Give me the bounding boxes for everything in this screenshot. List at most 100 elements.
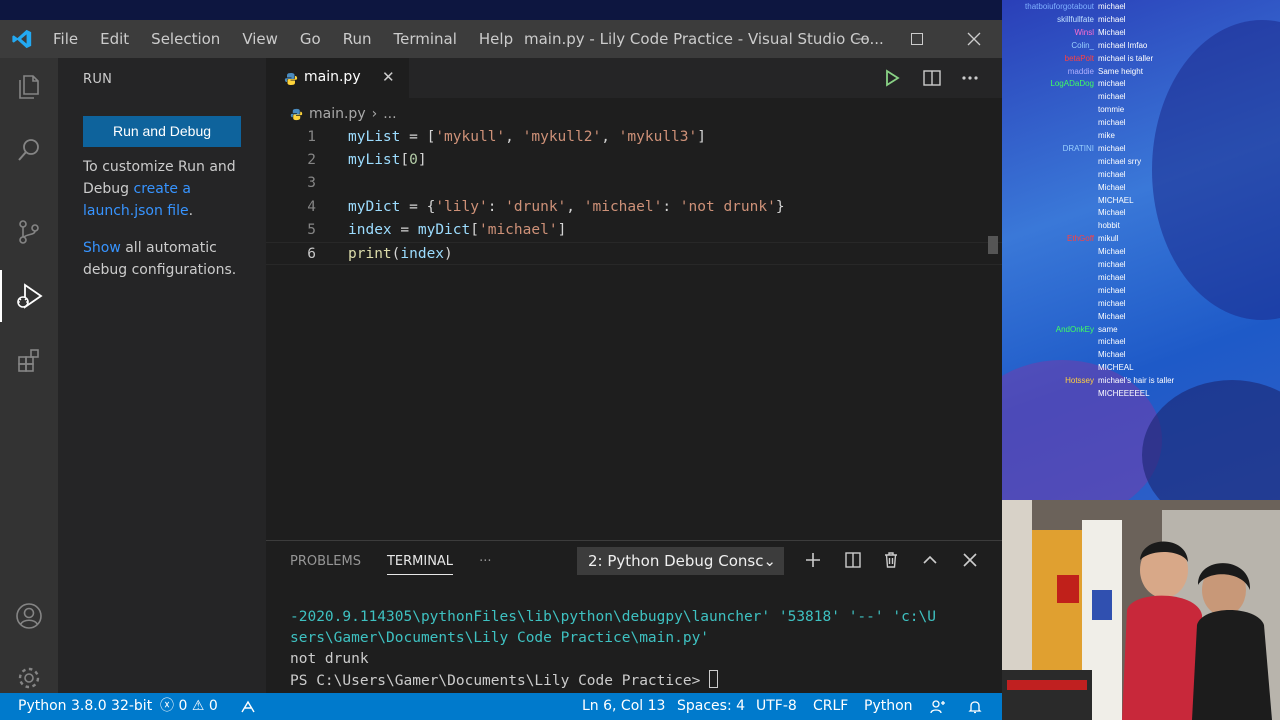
window-title: main.py - Lily Code Practice - Visual St…: [524, 30, 884, 48]
more-actions-icon[interactable]: [960, 68, 980, 88]
panel-more-icon[interactable]: ···: [479, 554, 491, 575]
split-editor-icon[interactable]: [922, 68, 942, 88]
problems-status[interactable]: ⓧ 0 ⚠ 0: [160, 693, 218, 720]
current-code-line[interactable]: 6 print(index): [266, 241, 1002, 266]
chat-text: michael lmfao: [1098, 40, 1148, 50]
show-link[interactable]: Show: [83, 240, 121, 256]
run-debug-button[interactable]: [0, 270, 58, 322]
gear-icon: [18, 667, 40, 689]
live-share-icon[interactable]: [240, 699, 256, 715]
chat-message: LogADaDog michael: [1006, 79, 1125, 89]
code-line[interactable]: 4 myDict = {'lily': 'drunk', 'michael': '…: [266, 196, 1002, 219]
chat-message: MICHEAL: [1006, 363, 1134, 373]
run-debug-icon: [17, 283, 43, 309]
menu-help[interactable]: Help: [468, 20, 524, 58]
encoding[interactable]: UTF-8: [756, 693, 797, 720]
tab-close-icon[interactable]: ✕: [382, 68, 395, 86]
terminal-line: -2020.9.114305\pythonFiles\lib\python\de…: [290, 609, 937, 625]
chat-username: Winsl: [1074, 27, 1094, 37]
python-interpreter[interactable]: Python 3.8.0 32-bit: [18, 693, 152, 720]
chat-text: michael is taller: [1098, 53, 1154, 63]
run-file-icon[interactable]: [882, 68, 902, 88]
run-and-debug-button[interactable]: Run and Debug: [83, 116, 241, 147]
code-line[interactable]: 1 myList = ['mykull', 'mykull2', 'mykull3…: [266, 126, 1002, 149]
terminal-select-value: 2: Python Debug Consc: [588, 552, 764, 570]
menu-file[interactable]: File: [42, 20, 89, 58]
extensions-button[interactable]: [0, 335, 58, 387]
split-terminal-icon[interactable]: [843, 550, 863, 570]
editor-scrollbar[interactable]: [988, 236, 998, 254]
search-button[interactable]: [0, 124, 58, 176]
terminal-output[interactable]: -2020.9.114305\pythonFiles\lib\python\de…: [290, 607, 936, 692]
feedback-icon[interactable]: [930, 699, 946, 715]
trash-icon[interactable]: [881, 550, 901, 570]
code-text: print(index): [348, 245, 453, 262]
extensions-icon: [18, 349, 39, 372]
chat-message: michael: [1006, 92, 1126, 102]
webcam-feed: [1002, 500, 1280, 720]
code-line[interactable]: 2 myList[0]: [266, 149, 1002, 172]
chat-message: AndOnkEy same: [1006, 325, 1118, 335]
chat-username: Colin_: [1071, 40, 1094, 50]
terminal-select[interactable]: 2: Python Debug Consc ⌄: [577, 547, 784, 575]
warning-count: 0: [208, 698, 218, 714]
chat-text: michael: [1098, 285, 1126, 295]
chat-message: michael: [1006, 273, 1126, 283]
bell-icon[interactable]: [967, 699, 983, 715]
line-number: 3: [307, 175, 316, 192]
source-control-button[interactable]: [0, 206, 58, 258]
code-line[interactable]: 5 index = myDict['michael']: [266, 219, 1002, 242]
minimize-button[interactable]: [838, 20, 886, 58]
breadcrumb-more[interactable]: ...: [383, 106, 396, 122]
chat-message: michael: [1006, 118, 1126, 128]
breadcrumb-file[interactable]: main.py: [309, 106, 366, 122]
chat-text: Michael: [1098, 182, 1126, 192]
stream-chat-overlay: thatboiuforgotabout michael skillfullfate m…: [1002, 0, 1280, 500]
chat-background-blob: [1152, 20, 1280, 320]
close-window-button[interactable]: [950, 20, 998, 58]
explorer-button[interactable]: [0, 61, 58, 113]
line-number: 6: [307, 245, 316, 262]
editor-area: main.py ✕ main.py › ... 1 myList = ['myku…: [266, 58, 1002, 520]
maximize-button[interactable]: [893, 20, 941, 58]
vscode-logo-icon: [12, 29, 32, 49]
indentation[interactable]: Spaces: 4: [677, 693, 745, 720]
close-panel-icon[interactable]: [960, 550, 980, 570]
chat-text: Same height: [1098, 66, 1143, 76]
line-number: 1: [307, 129, 316, 145]
chat-username: EthGoff: [1067, 234, 1094, 244]
vscode-window: File Edit Selection View Go Run Terminal…: [0, 20, 1002, 720]
menu-go[interactable]: Go: [289, 20, 332, 58]
code-line[interactable]: 3: [266, 172, 1002, 195]
menu-run[interactable]: Run: [332, 20, 383, 58]
accounts-button[interactable]: [0, 590, 58, 642]
cursor-position[interactable]: Ln 6, Col 13: [582, 693, 665, 720]
search-icon: [18, 139, 39, 161]
chat-message: Colin_ michael lmfao: [1006, 41, 1147, 51]
line-endings[interactable]: CRLF: [813, 693, 848, 720]
chat-message: tommie: [1006, 105, 1124, 115]
customize-end: .: [188, 203, 194, 219]
menu-view[interactable]: View: [231, 20, 289, 58]
tab-main-py[interactable]: main.py ✕: [266, 58, 409, 98]
tab-terminal[interactable]: TERMINAL: [386, 554, 454, 575]
chat-message: MICHEEEEEL: [1006, 389, 1150, 399]
chevron-up-icon[interactable]: [920, 550, 940, 570]
chat-text: Michael: [1098, 350, 1126, 360]
menu-edit[interactable]: Edit: [89, 20, 140, 58]
bottom-panel: PROBLEMS TERMINAL ··· 2: Python Debug Co…: [266, 540, 1002, 693]
menu-terminal[interactable]: Terminal: [383, 20, 468, 58]
code-lines[interactable]: 1 myList = ['mykull', 'mykull2', 'mykull3…: [266, 126, 1002, 266]
chat-message: MICHAEL: [1006, 196, 1134, 206]
chat-text: michael: [1098, 272, 1126, 282]
chat-text: Michael: [1098, 208, 1126, 218]
chat-message: Michael: [1006, 208, 1126, 218]
webcam-image: [1002, 500, 1280, 720]
code-text: myList[0]: [348, 152, 427, 169]
language-mode[interactable]: Python: [864, 693, 913, 720]
python-file-icon: [290, 108, 303, 120]
new-terminal-icon[interactable]: [803, 550, 823, 570]
tab-problems[interactable]: PROBLEMS: [290, 554, 361, 575]
chat-username: LogADaDog: [1050, 79, 1094, 89]
menu-selection[interactable]: Selection: [140, 20, 231, 58]
